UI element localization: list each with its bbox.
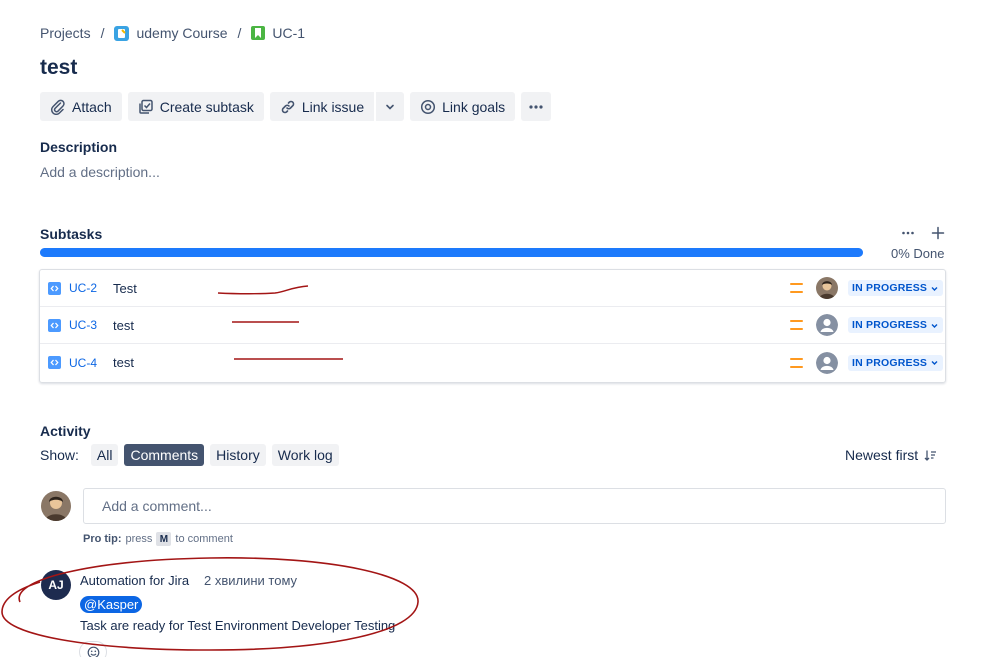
assignee-avatar[interactable] [816,277,838,299]
chevron-down-icon [931,286,938,291]
description-heading: Description [40,139,118,155]
subtask-list: UC-2 Test IN PROGRESS UC-3 test IN PROGR… [39,269,946,383]
more-icon [529,104,543,109]
priority-medium-icon [790,320,803,330]
subtask-row[interactable]: UC-3 test IN PROGRESS [40,307,945,344]
status-lozenge[interactable]: IN PROGRESS [848,280,944,296]
link-issue-button[interactable]: Link issue [269,92,375,121]
current-user-avatar [41,491,71,521]
project-icon [114,25,130,41]
link-issue-dropdown-button[interactable] [376,92,405,121]
chevron-down-icon [931,361,938,365]
breadcrumb-projects[interactable]: Projects [40,25,91,41]
show-label: Show: [40,447,79,463]
breadcrumb-project[interactable]: udemy Course [114,25,228,41]
subtask-summary[interactable]: test [113,318,134,333]
link-issue-group: Link issue [269,92,405,121]
breadcrumb-issue-label: UC-1 [272,25,306,41]
more-actions-button[interactable] [521,92,552,121]
unassigned-avatar-icon[interactable] [816,314,838,336]
status-label: IN PROGRESS [852,282,928,294]
issue-toolbar: Attach Create subtask Link issue Link go… [40,92,552,121]
priority-medium-icon [790,357,803,368]
description-placeholder[interactable]: Add a description... [40,164,160,180]
subtasks-progress-fill [40,248,863,257]
status-label: IN PROGRESS [852,356,928,369]
subtask-type-icon [48,281,61,295]
annotation-ellipse [1,557,419,651]
link-issue-label: Link issue [301,98,365,115]
activity-filter-bar: Show: All Comments History Work log [40,444,339,466]
subtasks-heading: Subtasks [40,226,103,242]
page-title[interactable]: test [40,56,77,80]
subtask-type-icon [48,356,61,369]
subtask-key[interactable]: UC-4 [69,356,97,370]
comment-timestamp[interactable]: 2 хвилини тому [204,573,297,588]
comment-author[interactable]: Automation for Jira [80,573,189,588]
chevron-down-icon [931,323,938,328]
story-icon [251,26,266,40]
paperclip-icon [50,99,65,115]
filter-worklog-button[interactable]: Work log [271,444,339,466]
status-label: IN PROGRESS [852,319,928,331]
subtasks-more-icon[interactable] [901,226,915,240]
filter-all-button[interactable]: All [90,444,119,466]
pro-tip: Pro tip: press M to comment [83,532,233,546]
subtask-summary[interactable]: Test [113,281,137,296]
unassigned-avatar-icon[interactable] [816,351,838,374]
subtask-key[interactable]: UC-2 [69,281,97,295]
comment-author-avatar: AJ [41,570,71,600]
comment-body: Task are ready for Test Environment Deve… [80,618,396,633]
create-subtask-button[interactable]: Create subtask [127,92,264,121]
target-icon [421,99,436,114]
subtask-actions [901,226,945,240]
breadcrumb-project-label: udemy Course [136,25,228,41]
pro-tip-suffix: to comment [175,533,233,545]
priority-medium-icon [790,283,803,293]
subtasks-progress-text: 0% Done [891,246,945,261]
breadcrumb-separator: / [100,25,105,41]
chevron-down-icon [386,104,394,110]
link-icon [281,100,295,113]
sort-order-button[interactable]: Newest first [845,447,937,463]
pro-tip-press: press [125,533,153,545]
add-reaction-button[interactable] [79,641,107,657]
annotation-redline [232,321,299,323]
subtask-icon [138,99,153,114]
breadcrumb: Projects / udemy Course / UC-1 [40,24,305,42]
add-subtask-icon[interactable] [931,226,945,240]
user-mention[interactable]: @Kasper [80,596,143,613]
link-goals-button[interactable]: Link goals [410,92,516,121]
filter-comments-button[interactable]: Comments [124,444,205,466]
filter-history-button[interactable]: History [210,444,266,466]
subtask-row[interactable]: UC-2 Test IN PROGRESS [40,270,945,307]
subtasks-progress-bar [40,248,863,257]
attach-label: Attach [72,98,112,115]
status-lozenge[interactable]: IN PROGRESS [848,354,944,371]
attach-button[interactable]: Attach [40,92,122,121]
keyboard-shortcut-key: M [156,532,172,546]
annotation-redline [234,358,343,360]
emoji-icon [87,646,99,657]
subtask-type-icon [48,318,61,332]
subtask-row[interactable]: UC-4 test IN PROGRESS [40,344,945,381]
status-lozenge[interactable]: IN PROGRESS [848,317,944,333]
breadcrumb-issue[interactable]: UC-1 [251,25,305,41]
breadcrumb-separator: / [237,25,242,41]
pro-tip-label: Pro tip: [83,533,122,545]
breadcrumb-projects-label: Projects [40,25,91,41]
subtask-key[interactable]: UC-3 [69,318,97,332]
activity-heading: Activity [40,423,91,439]
annotation-redline [217,285,309,295]
comment-input[interactable]: Add a comment... [83,488,946,524]
subtask-summary[interactable]: test [113,355,134,370]
sort-order-label: Newest first [845,447,919,463]
sort-descending-icon [924,450,937,461]
link-goals-label: Link goals [442,98,506,115]
create-subtask-label: Create subtask [159,98,254,115]
